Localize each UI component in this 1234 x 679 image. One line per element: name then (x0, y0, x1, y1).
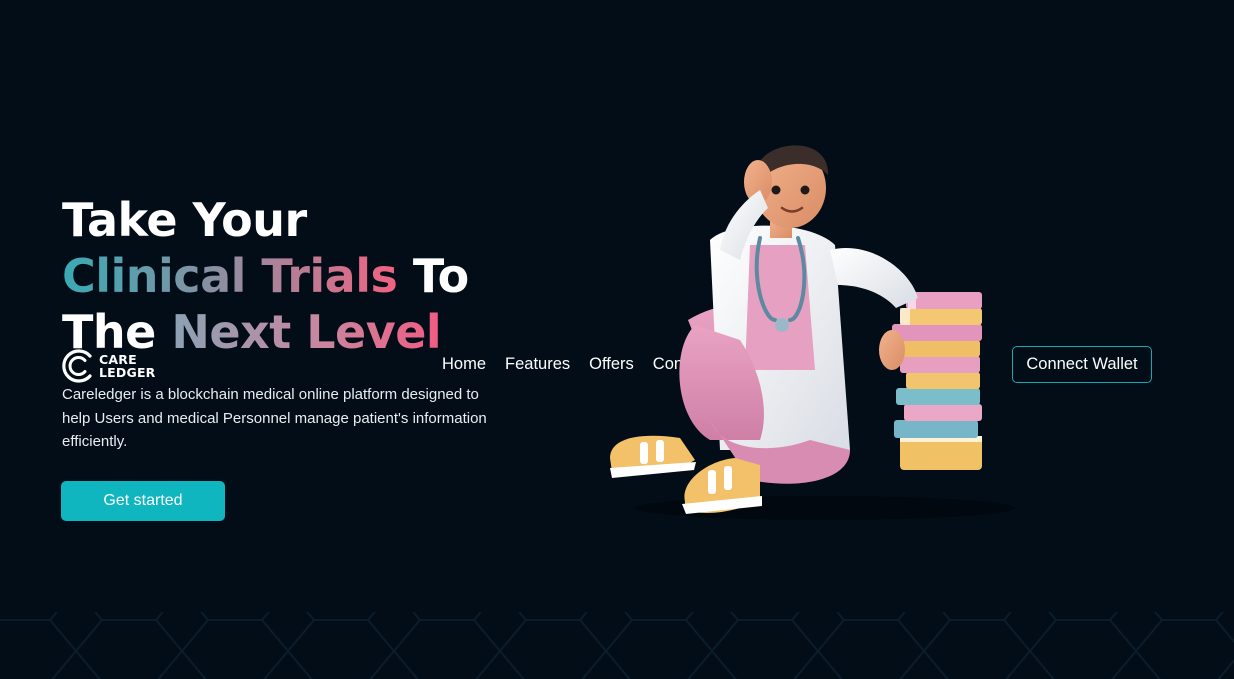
eye-left (771, 185, 781, 195)
arm-right (830, 248, 918, 308)
shoe-left (610, 435, 696, 478)
hexagon-pattern-decoration (0, 612, 1234, 679)
doctor-with-books-illustration (610, 145, 1015, 520)
careledger-logo-icon (62, 349, 92, 383)
hero-title-to: To (397, 249, 469, 303)
get-started-button[interactable]: Get started (61, 481, 225, 521)
hero-title-highlight-clinical-trials: Clinical Trials (62, 249, 398, 303)
hero-title-line-2: Clinical Trials To (62, 248, 469, 304)
hand-right (879, 330, 905, 370)
hero-title: Take Your Clinical Trials To The Next Le… (62, 192, 469, 360)
hero-description: Careledger is a blockchain medical onlin… (62, 386, 487, 450)
eye-right (800, 185, 810, 195)
brand-logo[interactable]: CARE LEDGER (60, 346, 170, 386)
stethoscope-chestpiece (775, 318, 789, 332)
hero-title-highlight-next-level: Next Level (171, 305, 442, 359)
brand-logo-text: CARE LEDGER (99, 353, 156, 379)
nav-home[interactable]: Home (442, 355, 486, 374)
connect-wallet-button[interactable]: Connect Wallet (1012, 346, 1152, 383)
hero-title-line-1: Take Your (62, 193, 307, 247)
brand-logo-line-2: LEDGER (99, 365, 156, 380)
books-stack (892, 292, 982, 470)
nav-features[interactable]: Features (505, 355, 570, 374)
